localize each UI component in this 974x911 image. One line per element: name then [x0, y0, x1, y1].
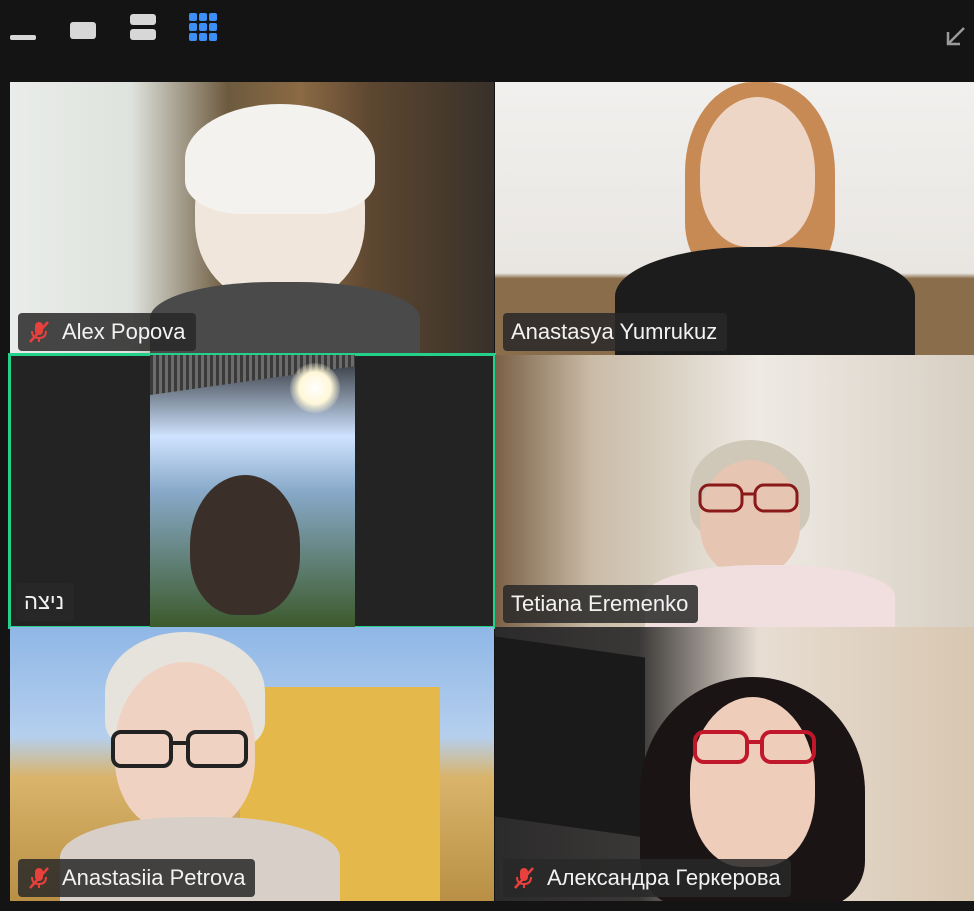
speaker-view-icon[interactable] [68, 18, 100, 44]
mic-muted-icon [29, 867, 49, 889]
glasses-icon [698, 483, 799, 513]
sun [290, 363, 340, 413]
participant-name-tag: Tetiana Eremenko [503, 585, 699, 623]
participant-name-tag: Александра Геркерова [503, 859, 791, 897]
participant-video [700, 97, 815, 247]
view-toolbar [0, 0, 974, 70]
participant-name: ניצה [24, 589, 65, 614]
mic-muted-icon [29, 321, 49, 343]
mic-muted-icon [514, 867, 534, 889]
participant-name: Anastasya Yumrukuz [511, 319, 718, 344]
participant-name-tag: ניצה [16, 583, 75, 621]
participant-tile-active-speaker[interactable]: ניצה [8, 353, 496, 629]
participant-hair [185, 104, 375, 214]
participant-tile[interactable]: Anastasya Yumrukuz [495, 82, 974, 355]
stacked-view-icon[interactable] [128, 12, 160, 44]
participant-name-tag: Anastasya Yumrukuz [503, 313, 728, 351]
participant-tile[interactable]: Anastasiia Petrova [10, 627, 494, 901]
participant-name-tag: Alex Popova [18, 313, 196, 351]
participant-name-tag: Anastasiia Petrova [18, 859, 256, 897]
participant-video [700, 460, 800, 575]
meeting-window: Alex Popova Anastasya Yumrukuz ניצה Teti… [0, 0, 974, 911]
participant-video [690, 697, 815, 867]
minimize-icon[interactable] [8, 30, 38, 44]
glasses-icon [693, 730, 816, 764]
tv-screen-background [495, 636, 645, 838]
participant-name: Anastasiia Petrova [62, 865, 246, 890]
participant-tile[interactable]: Tetiana Eremenko [495, 355, 974, 627]
participant-name: Александра Геркерова [547, 865, 781, 890]
gallery-view-icon[interactable] [186, 10, 222, 46]
participant-name: Alex Popova [62, 319, 186, 344]
participant-face [190, 475, 300, 615]
exit-fullscreen-icon[interactable] [942, 18, 972, 48]
participant-tile[interactable]: Александра Геркерова [495, 627, 974, 901]
participant-name: Tetiana Eremenko [511, 591, 689, 616]
participant-tile[interactable]: Alex Popova [10, 82, 494, 355]
glasses-icon [111, 730, 248, 768]
participant-video [150, 355, 355, 627]
